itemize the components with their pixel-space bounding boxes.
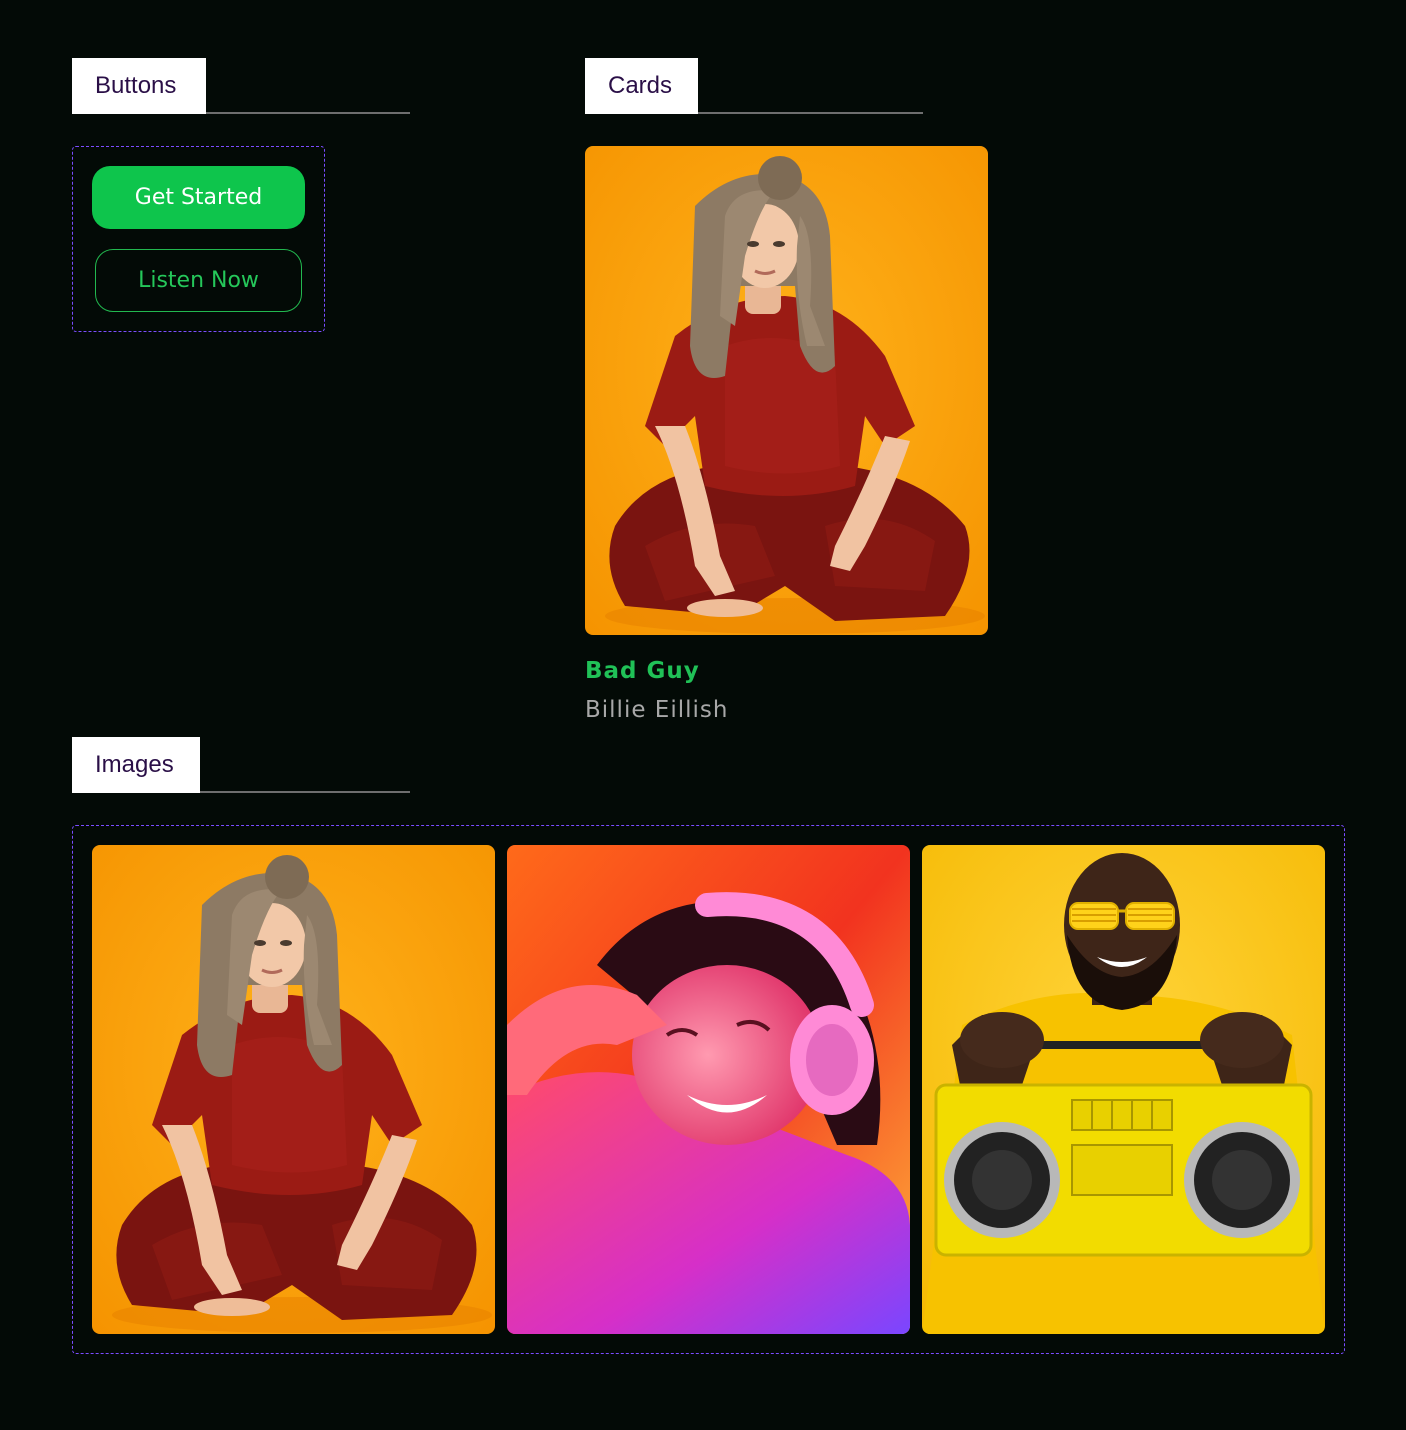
section-header-buttons: Buttons [72,58,410,114]
gallery-image-man-boombox [922,845,1325,1334]
section-header-cards: Cards [585,58,923,114]
section-header-images: Images [72,737,410,793]
gallery-image-woman-headphones [507,845,910,1334]
listen-now-button[interactable]: Listen Now [95,249,302,312]
song-card[interactable]: Bad Guy Billie Eillish [585,146,988,723]
card-title[interactable]: Bad Guy [585,658,700,684]
gallery-image-girl-sitting [92,845,495,1334]
card-image [585,146,988,635]
section-title-images: Images [72,737,200,793]
card-subtitle: Billie Eillish [585,697,729,723]
get-started-button[interactable]: Get Started [92,166,305,229]
section-title-cards: Cards [585,58,698,114]
section-title-buttons: Buttons [72,58,206,114]
